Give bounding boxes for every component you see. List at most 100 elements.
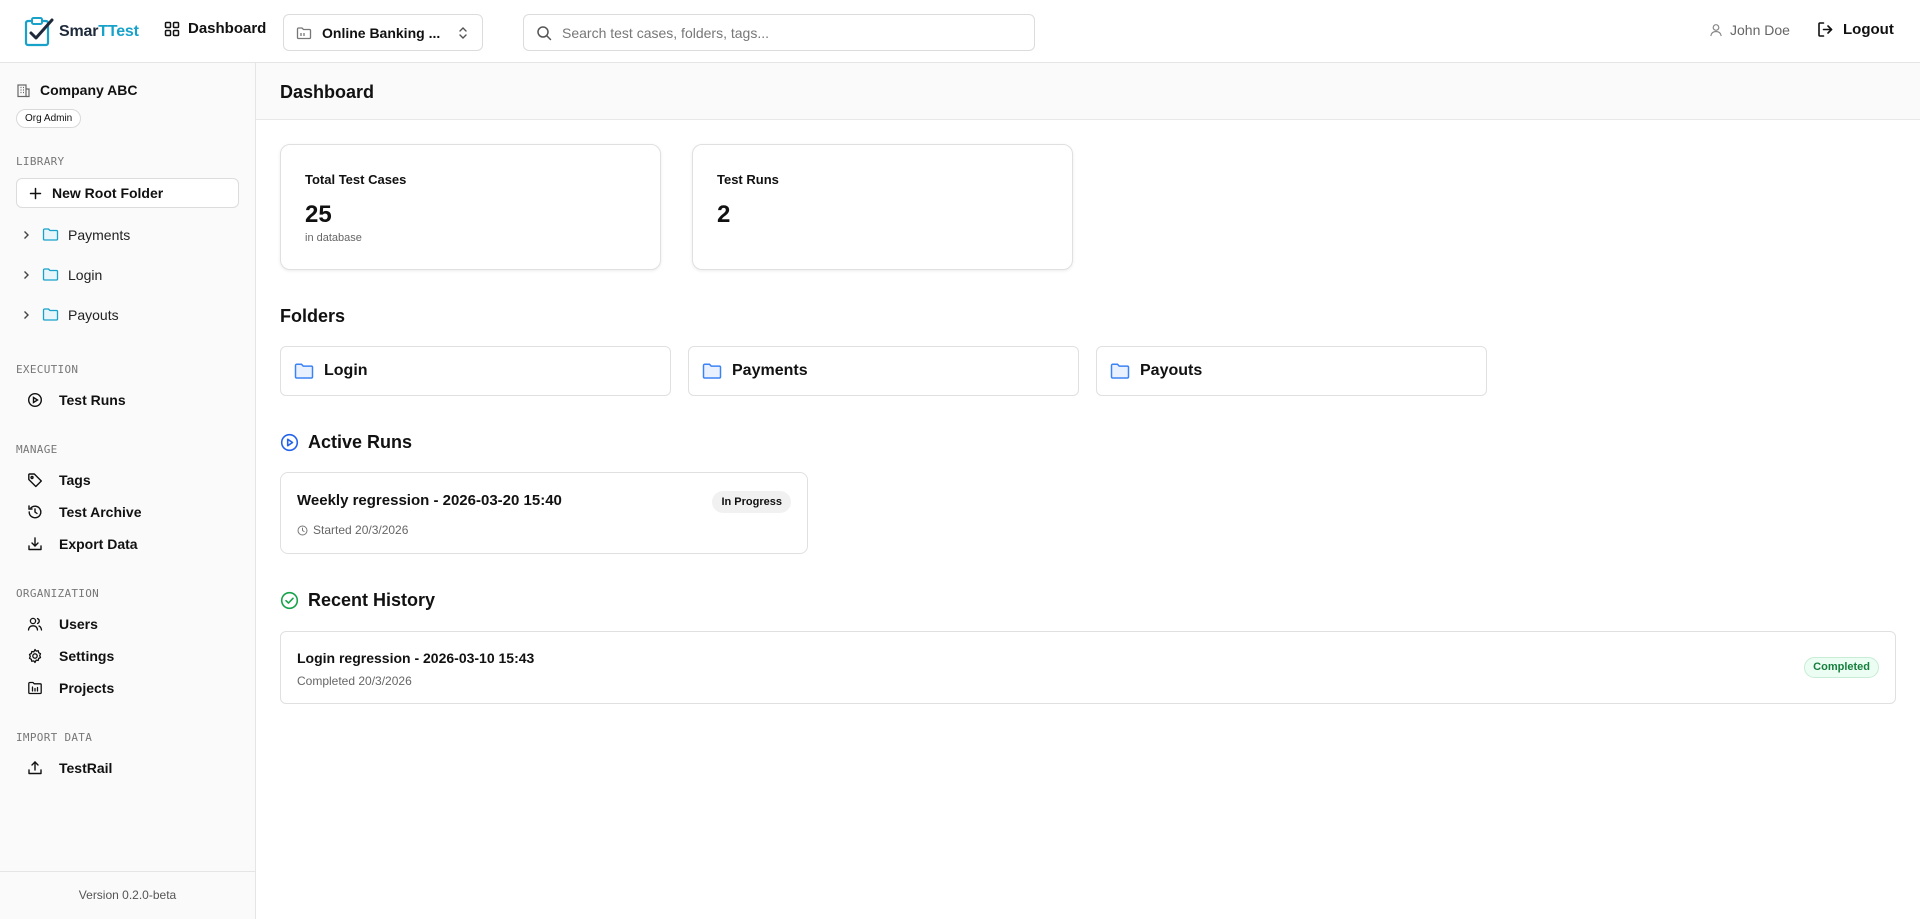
sidebar-item-label: Tags [59, 472, 91, 488]
logo-text: SmarTTest [59, 23, 139, 40]
project-selector[interactable]: Online Banking ... [283, 14, 483, 51]
download-icon [28, 537, 42, 551]
run-title: Login regression - 2026-03-10 15:43 [297, 650, 535, 666]
search-box[interactable] [523, 14, 1035, 51]
search-icon [537, 25, 552, 40]
upload-icon [28, 761, 42, 775]
execution-section-label: EXECUTION [16, 363, 79, 376]
tree-folder-login[interactable]: Login [20, 266, 102, 283]
sidebar-item-projects[interactable]: Projects [27, 680, 114, 696]
sidebar-item-tags[interactable]: Tags [27, 472, 91, 488]
tree-folder-payments[interactable]: Payments [20, 226, 130, 243]
status-badge: In Progress [712, 491, 791, 513]
folder-icon [296, 26, 312, 39]
stat-subtext: in database [305, 232, 362, 244]
tree-folder-label: Login [68, 266, 103, 283]
sidebar-item-label: Settings [59, 648, 115, 664]
gear-icon [28, 648, 42, 664]
version-label: Version 0.2.0-beta [0, 871, 255, 919]
plus-icon [29, 187, 42, 199]
project-name: Online Banking ... [322, 24, 441, 41]
stat-card-total-test-cases: Total Test Cases 25 in database [280, 144, 661, 270]
play-circle-icon [27, 392, 43, 408]
play-circle-icon [280, 433, 299, 452]
folder-icon [1110, 363, 1130, 379]
sidebar-item-test-archive[interactable]: Test Archive [27, 504, 141, 520]
tree-folder-label: Payments [68, 226, 131, 243]
check-circle-icon [280, 591, 299, 610]
history-icon [28, 505, 42, 519]
folder-card-login[interactable]: Login [280, 346, 671, 396]
user-name: John Doe [1730, 22, 1790, 38]
run-title: Weekly regression - 2026-03-20 15:40 [297, 492, 562, 509]
library-section-label: LIBRARY [16, 155, 65, 168]
new-root-folder-label: New Root Folder [52, 185, 164, 201]
top-bar: SmarTTest Dashboard Online Banking ... J… [0, 0, 1920, 63]
recent-history-heading-label: Recent History [308, 590, 436, 610]
history-run-card[interactable]: Login regression - 2026-03-10 15:43 Comp… [280, 631, 1896, 704]
folder-card-label: Payments [732, 362, 808, 379]
stat-value: 25 [305, 201, 332, 228]
import-section-label: IMPORT DATA [16, 731, 93, 744]
logout-label: Logout [1843, 21, 1894, 38]
tag-icon [28, 473, 42, 488]
sidebar-item-label: Users [59, 616, 98, 632]
user-menu[interactable]: John Doe [1709, 22, 1790, 38]
stat-title: Test Runs [717, 172, 779, 187]
folder-icon [42, 308, 59, 321]
sidebar-item-label: Test Archive [59, 504, 142, 520]
chevron-right-icon [24, 230, 29, 239]
user-icon [1710, 24, 1722, 37]
org-name-label: Company ABC [40, 82, 138, 98]
chevron-right-icon [24, 270, 29, 279]
sidebar-item-users[interactable]: Users [27, 616, 98, 632]
role-badge: Org Admin [16, 109, 82, 128]
chevrons-up-down-icon [459, 27, 467, 39]
sidebar-item-label: Export Data [59, 536, 138, 552]
sidebar-item-settings[interactable]: Settings [27, 648, 114, 664]
building-icon [17, 83, 30, 97]
sidebar-item-test-runs[interactable]: Test Runs [27, 392, 126, 408]
tree-folder-payouts[interactable]: Payouts [20, 306, 119, 323]
folder-card-payments[interactable]: Payments [688, 346, 1079, 396]
tree-folder-label: Payouts [68, 306, 119, 323]
logout-button[interactable]: Logout [1817, 21, 1894, 38]
stat-value: 2 [717, 201, 731, 228]
sidebar: Company ABC Org Admin LIBRARY New Root F… [0, 63, 256, 919]
search-input[interactable] [562, 24, 1022, 41]
dashboard-nav-link[interactable]: Dashboard [164, 20, 266, 37]
sidebar-item-label: TestRail [59, 760, 113, 776]
page-title: Dashboard [280, 82, 375, 102]
projects-icon [28, 681, 42, 695]
run-started: Started 20/3/2026 [297, 523, 408, 537]
dashboard-nav-label: Dashboard [188, 20, 267, 37]
logout-icon [1818, 22, 1833, 37]
app-logo[interactable]: SmarTTest [23, 14, 139, 50]
org-name: Company ABC [16, 82, 138, 98]
run-completed: Completed 20/3/2026 [297, 674, 412, 688]
sidebar-item-testrail[interactable]: TestRail [27, 760, 112, 776]
folders-heading-label: Folders [280, 306, 346, 326]
folder-card-label: Payouts [1140, 362, 1203, 379]
new-root-folder-button[interactable]: New Root Folder [16, 178, 239, 208]
folder-card-label: Login [324, 362, 368, 379]
active-run-card[interactable]: Weekly regression - 2026-03-20 15:40 In … [280, 472, 808, 554]
grid-icon [164, 21, 180, 36]
recent-history-heading: Recent History [280, 590, 435, 611]
sidebar-item-label: Projects [59, 680, 115, 696]
folder-icon [42, 228, 59, 241]
chevron-right-icon [24, 310, 29, 319]
folders-heading: Folders [280, 306, 345, 327]
stat-card-test-runs: Test Runs 2 [692, 144, 1073, 270]
clock-icon [297, 525, 308, 535]
folder-card-payouts[interactable]: Payouts [1096, 346, 1487, 396]
organization-section-label: ORGANIZATION [16, 587, 100, 600]
stat-title: Total Test Cases [305, 172, 407, 187]
status-badge: Completed [1804, 657, 1879, 678]
sidebar-item-export-data[interactable]: Export Data [27, 536, 138, 552]
users-icon [27, 617, 43, 631]
active-runs-heading-label: Active Runs [308, 432, 413, 452]
page-header: Dashboard [256, 63, 1920, 120]
folder-icon [702, 363, 722, 379]
logo-icon [24, 17, 54, 47]
